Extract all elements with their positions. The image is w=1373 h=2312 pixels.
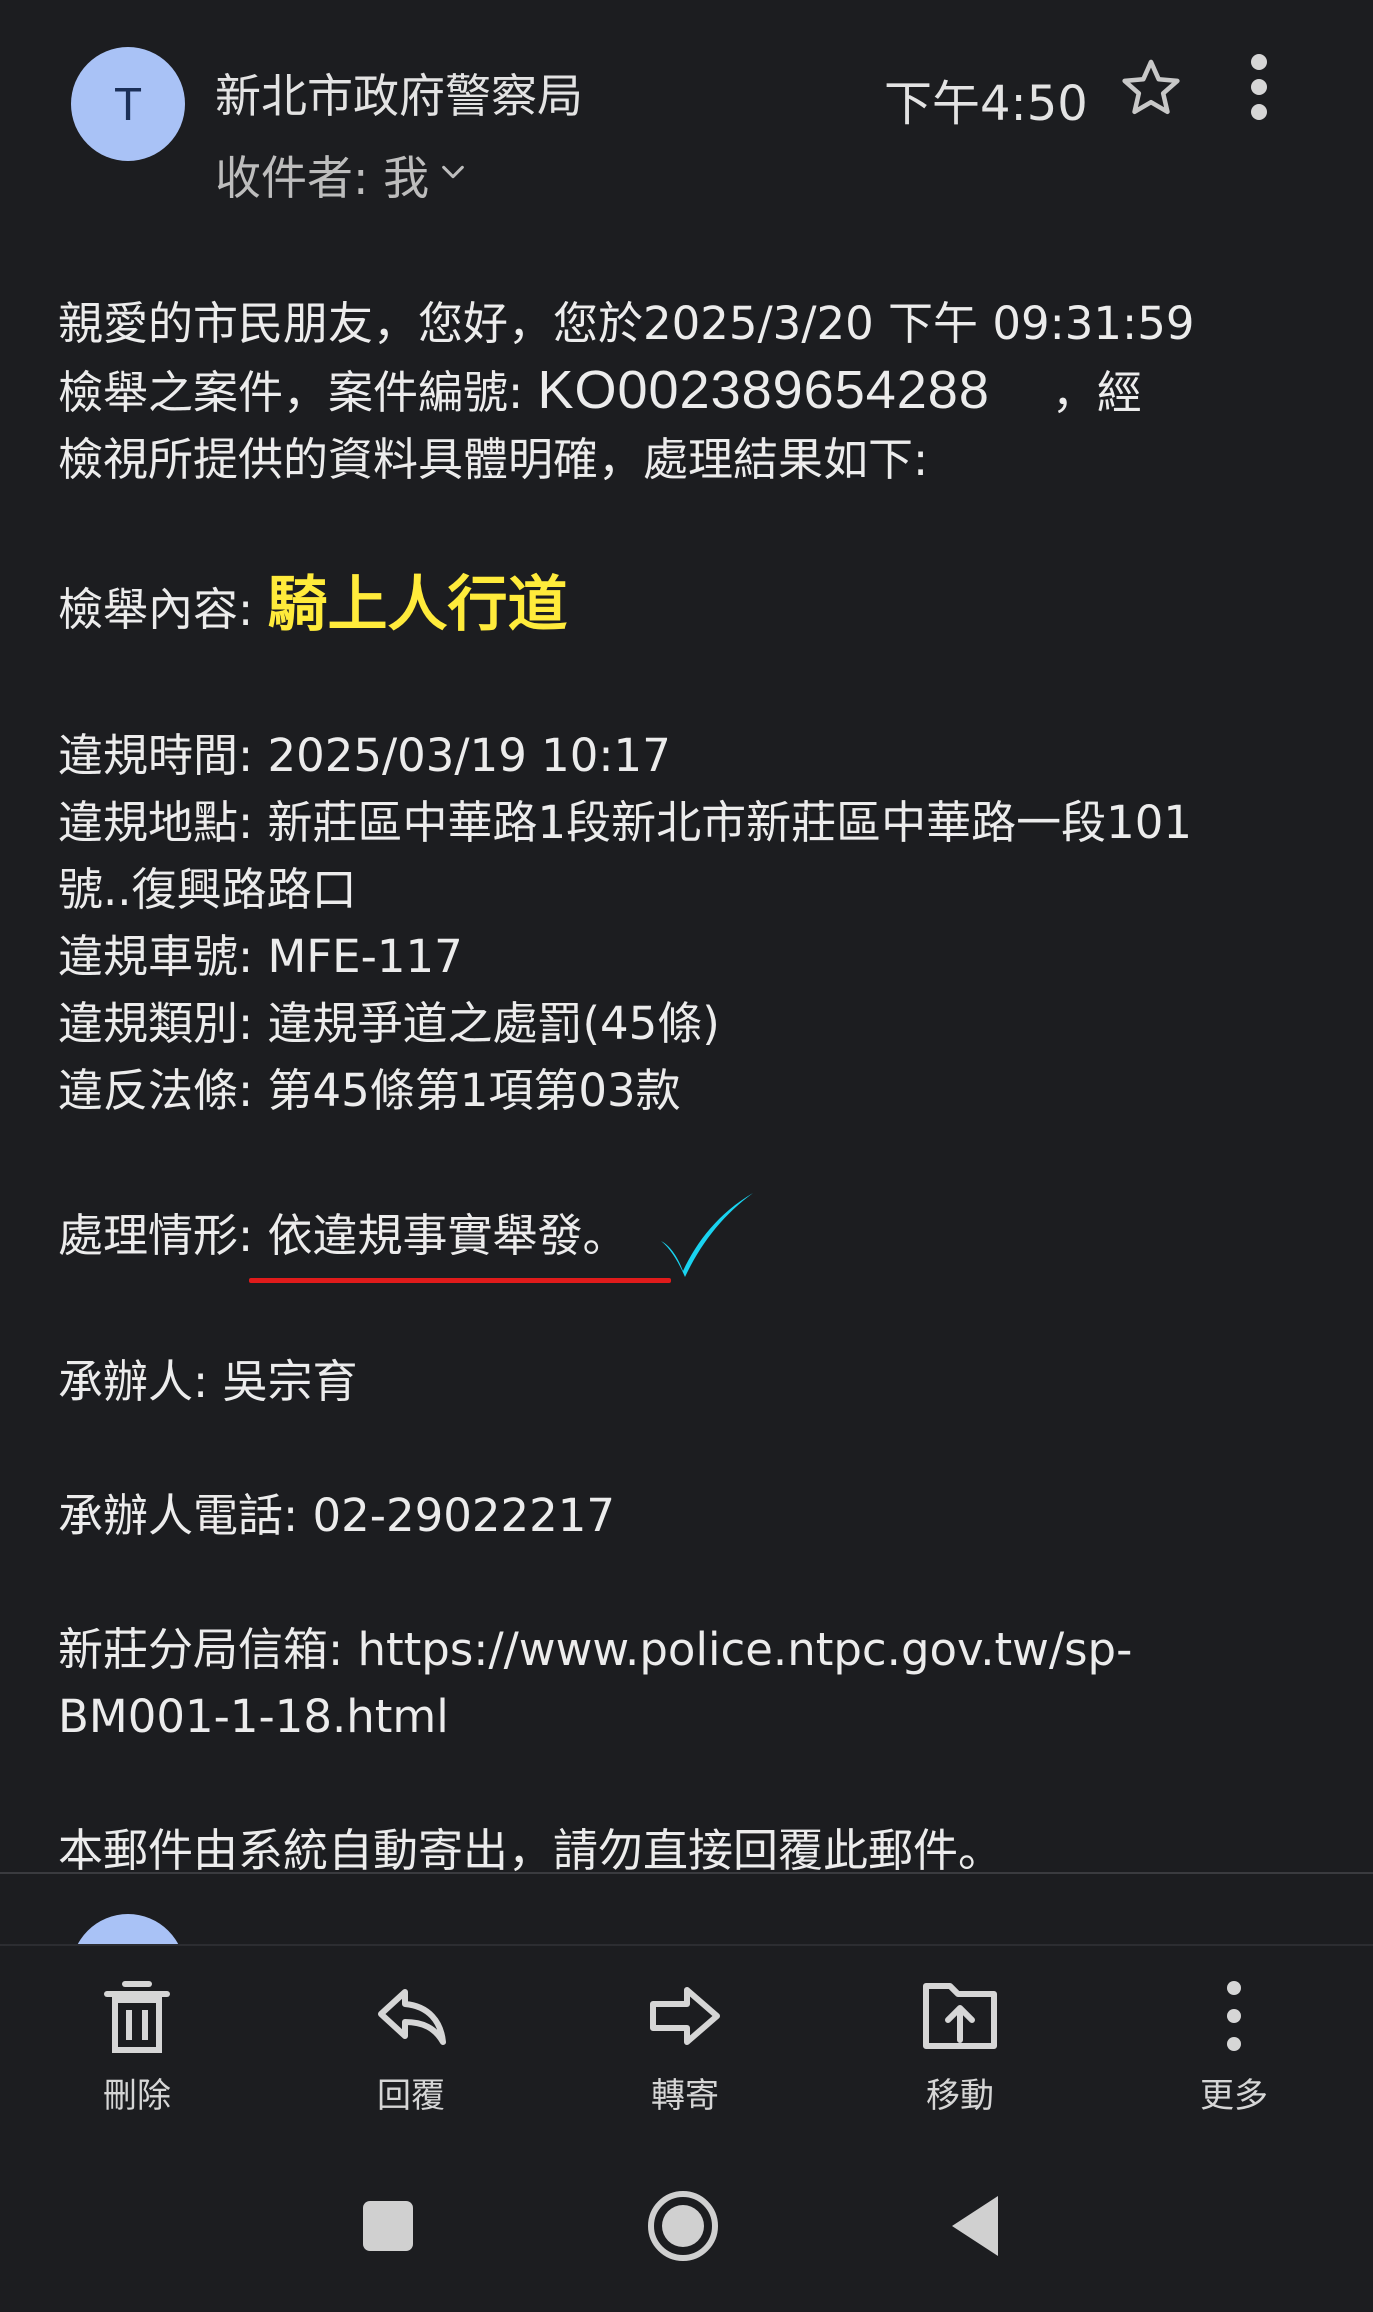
forward-button[interactable]: 轉寄 xyxy=(585,1976,785,2117)
chevron-down-icon xyxy=(442,165,464,179)
report-content-row: 檢舉內容: 騎上人行道 xyxy=(58,560,1328,655)
phone-value[interactable]: 02-29022217 xyxy=(312,1489,615,1542)
greeting-line-1: 親愛的市民朋友，您好，您於2025/3/20 下午 09:31:59 xyxy=(58,297,1195,350)
reply-button[interactable]: 回覆 xyxy=(311,1976,511,2117)
phone-label: 承辦人電話: xyxy=(58,1489,313,1542)
star-icon[interactable] xyxy=(1117,54,1185,122)
trash-icon xyxy=(104,1981,170,2053)
delete-button[interactable]: 刪除 xyxy=(37,1976,237,2117)
violation-time-row: 違規時間: 2025/03/19 10:17 xyxy=(58,722,1328,789)
violation-place-row-2: 號..復興路路口 xyxy=(58,863,357,916)
more-vert-icon xyxy=(1227,1981,1241,2051)
law-row: 違反法條: 第45條第1項第03款 xyxy=(58,1057,1328,1124)
sender-avatar[interactable]: T xyxy=(71,47,185,161)
plate-value: MFE-117 xyxy=(267,930,463,983)
delete-label: 刪除 xyxy=(103,2076,171,2116)
forward-label: 轉寄 xyxy=(651,2076,719,2116)
home-circle-icon[interactable] xyxy=(645,2188,721,2264)
case-label: 檢舉之案件，案件編號: xyxy=(58,366,538,419)
sender-name[interactable]: 新北市政府警察局 xyxy=(215,60,583,126)
officer-value: 吳宗育 xyxy=(222,1355,358,1408)
category-value: 違規爭道之處罰(45條) xyxy=(267,997,720,1050)
report-label: 檢舉內容: xyxy=(58,583,268,636)
move-label: 移動 xyxy=(926,2076,994,2116)
officer-row: 承辦人: 吳宗育 xyxy=(58,1348,1328,1415)
violation-place-value: 新莊區中華路1段新北市新莊區中華路一段101 xyxy=(267,796,1192,849)
mailbox-row: 新莊分局信箱: https://www.police.ntpc.gov.tw/s… xyxy=(58,1616,1328,1683)
case-number: KO002389654288 xyxy=(537,360,990,420)
more-button[interactable]: 更多 xyxy=(1134,1976,1334,2117)
more-label: 更多 xyxy=(1200,2076,1268,2116)
law-label: 違反法條: xyxy=(58,1064,268,1117)
category-row: 違規類別: 違規爭道之處罰(45條) xyxy=(58,990,1328,1057)
report-content-value: 騎上人行道 xyxy=(267,570,568,640)
status-label: 處理情形: xyxy=(58,1209,268,1262)
status-value: 依違規事實舉發。 xyxy=(267,1209,628,1262)
email-body: 親愛的市民朋友，您好，您於2025/3/20 下午 09:31:59 檢舉之案件… xyxy=(58,290,1328,1884)
violation-time-value: 2025/03/19 10:17 xyxy=(267,729,671,782)
category-label: 違規類別: xyxy=(58,997,268,1050)
greeting-line-2-tail: ，經 xyxy=(1051,366,1142,419)
check-mark-icon xyxy=(661,1193,754,1277)
reply-label: 回覆 xyxy=(377,2076,445,2116)
move-to-folder-icon xyxy=(923,1983,997,2049)
more-vert-icon[interactable] xyxy=(1234,52,1284,122)
received-time: 下午4:50 xyxy=(884,76,1088,132)
officer-label: 承辦人: xyxy=(58,1355,223,1408)
violation-place-label: 違規地點: xyxy=(58,796,268,849)
recipient-toggle[interactable]: 收件者: 我 xyxy=(215,142,467,208)
status-row: 處理情形: 依違規事實舉發。 xyxy=(58,1191,1328,1283)
status-value-wrap: 依違規事實舉發。 xyxy=(249,1202,672,1283)
red-underline-annotation xyxy=(249,1278,672,1283)
greeting-line-3: 檢視所提供的資料具體明確，處理結果如下: xyxy=(58,433,929,486)
phone-row: 承辦人電話: 02-29022217 xyxy=(58,1482,1328,1549)
recents-square-icon[interactable] xyxy=(362,2200,414,2252)
mailbox-link[interactable]: https://www.police.ntpc.gov.tw/sp- xyxy=(357,1623,1132,1676)
next-message-peek[interactable] xyxy=(0,1874,1373,1946)
action-toolbar: 刪除 回覆 轉寄 移動 更多 xyxy=(0,1944,1373,2136)
plate-label: 違規車號: xyxy=(58,930,268,983)
mailbox-link-2[interactable]: BM001-1-18.html xyxy=(58,1683,1328,1750)
greeting-line-2: 檢舉之案件，案件編號: KO002389654288 ，經 xyxy=(58,357,1328,426)
email-header: T 新北市政府警察局 收件者: 我 下午4:50 xyxy=(0,0,1373,205)
recipient-label: 收件者: 我 xyxy=(215,151,430,205)
system-nav-bar xyxy=(0,2134,1373,2312)
forward-icon xyxy=(650,1987,720,2045)
mailbox-label: 新莊分局信箱: xyxy=(58,1623,358,1676)
reply-icon xyxy=(378,1989,446,2045)
violation-time-label: 違規時間: xyxy=(58,729,268,782)
move-button[interactable]: 移動 xyxy=(860,1976,1060,2117)
back-triangle-icon[interactable] xyxy=(950,2194,1000,2258)
violation-place-row: 違規地點: 新莊區中華路1段新北市新莊區中華路一段101 xyxy=(58,789,1328,856)
next-message-avatar xyxy=(71,1914,185,1946)
plate-row: 違規車號: MFE-117 xyxy=(58,923,1328,990)
law-value: 第45條第1項第03款 xyxy=(267,1064,681,1117)
